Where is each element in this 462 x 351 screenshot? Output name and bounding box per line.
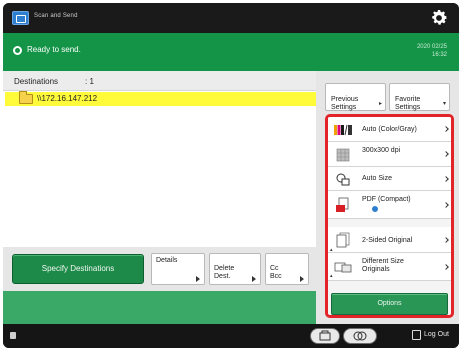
chevron-right-icon (443, 237, 449, 243)
scan-size-icon (336, 173, 350, 186)
different-size-setting[interactable]: Different Size Originals ▴ (328, 253, 451, 281)
folder-icon (19, 91, 33, 104)
two-sided-icon (336, 232, 350, 248)
chevron-right-icon (443, 126, 449, 132)
destination-actions: Specify Destinations Details Delete Dest… (3, 247, 316, 324)
chevron-down-icon: ▾ (442, 101, 446, 107)
file-format-icon (336, 197, 349, 212)
status-bar: Ready to send. 2020 02/25 16:32 (3, 33, 459, 71)
delete-dest-label: Delete Dest. (214, 265, 235, 280)
app-badge-icon (12, 11, 29, 25)
start-area (3, 291, 316, 324)
color-mode-setting[interactable]: Auto (Color/Gray) (328, 117, 451, 142)
chevron-right-icon (443, 264, 449, 270)
expand-mark-icon: ▴ (330, 273, 333, 279)
counter-icon (319, 330, 331, 341)
chevron-right-icon (196, 276, 200, 282)
resolution-icon (336, 148, 350, 162)
chevron-right-icon (443, 176, 449, 182)
footer-bar: Log Out (3, 324, 459, 348)
top-bar: Scan and Send (3, 3, 459, 33)
resolution-setting[interactable]: 300x300 dpi (328, 142, 451, 167)
specify-destinations-button[interactable]: Specify Destinations (12, 254, 144, 284)
cc-bcc-button[interactable]: Cc Bcc (265, 253, 309, 285)
different-size-icon (334, 262, 352, 273)
file-format-setting[interactable]: PDF (Compact) (328, 191, 451, 219)
scan-size-setting[interactable]: Auto Size (328, 167, 451, 191)
color-mode-label: Auto (Color/Gray) (362, 126, 417, 133)
chevron-right-icon (443, 151, 449, 157)
cc-bcc-label: Cc Bcc (270, 265, 282, 280)
device-screen: Scan and Send Ready to send. 2020 02/25 … (3, 3, 459, 348)
details-button[interactable]: Details (151, 253, 205, 285)
status-monitor-icon (353, 331, 367, 341)
destinations-header: Destinations : 1 (3, 71, 316, 91)
status-monitor-button[interactable] (343, 328, 377, 344)
settings-panel: Previous Settings ▸ Favorite Settings ▾ … (316, 71, 459, 324)
destination-address: \\172.16.147.212 (37, 94, 98, 103)
resolution-label: 300x300 dpi (362, 147, 401, 154)
info-icon (372, 206, 378, 212)
previous-settings-button[interactable]: Previous Settings ▸ (325, 83, 386, 111)
destinations-panel: Destinations : 1 \\172.16.147.212 (3, 71, 316, 247)
favorite-settings-button[interactable]: Favorite Settings ▾ (389, 83, 450, 111)
status-date: 2020 02/25 (416, 44, 447, 50)
color-mode-icon (334, 124, 352, 136)
logout-button[interactable]: Log Out (424, 331, 449, 338)
different-size-label: Different Size Originals (362, 258, 404, 273)
chevron-right-icon (443, 202, 449, 208)
ready-status-icon (13, 46, 22, 55)
date-time: 2020 02/25 16:32 (417, 43, 447, 59)
scan-size-label: Auto Size (362, 175, 392, 182)
chevron-right-icon: ▸ (378, 101, 382, 107)
chevron-right-icon (252, 276, 256, 282)
scan-settings-list: Auto (Color/Gray) 300x300 dpi Auto Size (325, 114, 454, 318)
logout-icon[interactable] (412, 330, 421, 340)
chevron-right-icon (300, 276, 304, 282)
options-button[interactable]: Options (331, 293, 448, 315)
favorite-settings-label: Favorite Settings (395, 96, 421, 111)
destinations-label: Destinations (14, 77, 59, 86)
delete-dest-button[interactable]: Delete Dest. (209, 253, 261, 285)
two-sided-label: 2-Sided Original (362, 237, 413, 244)
two-sided-setting[interactable]: 2-Sided Original ▴ (328, 227, 451, 253)
file-format-label: PDF (Compact) (362, 196, 411, 203)
status-time: 16:32 (431, 52, 447, 58)
status-message: Ready to send. (27, 45, 81, 54)
destinations-count: : 1 (85, 77, 94, 86)
counter-button[interactable] (310, 328, 340, 344)
lock-icon (10, 332, 16, 339)
details-label: Details (156, 257, 178, 264)
gear-icon[interactable] (429, 8, 449, 28)
previous-settings-label: Previous Settings (331, 96, 359, 111)
destination-row[interactable]: \\172.16.147.212 (5, 91, 316, 106)
app-label: Scan and Send (34, 13, 78, 19)
